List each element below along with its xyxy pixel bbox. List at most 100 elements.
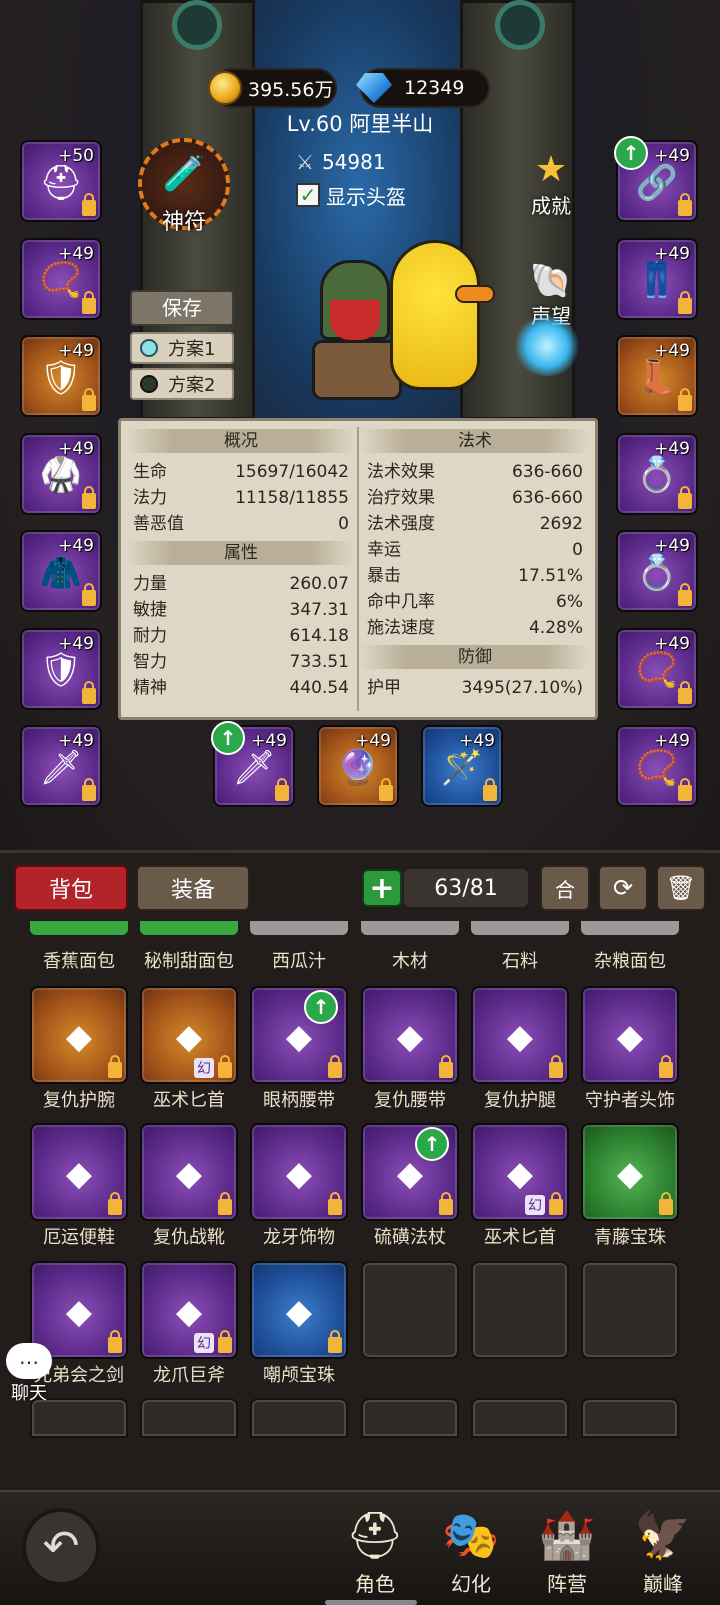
inventory-item[interactable]: ◆ (361, 986, 459, 1084)
show-helmet-label: 显示头盔 (326, 184, 406, 209)
bag-capacity: 63/81 (404, 869, 528, 907)
star-icon: ★ (534, 149, 568, 190)
stat-name: 耐力 (133, 626, 167, 646)
stat-name: 法术强度 (367, 514, 435, 534)
item-name[interactable]: 香蕉面包 (25, 947, 133, 973)
enhance-level: +49 (58, 438, 94, 459)
gem-amount: 12349 (404, 77, 465, 99)
equip-slot-right-1[interactable]: 🔗 +49 ↑ (614, 136, 698, 222)
item-icon: ◆ (506, 1153, 534, 1194)
inventory-item[interactable]: ◆ (581, 986, 679, 1084)
lock-icon (328, 1055, 342, 1078)
item-name: 眼柄腰带 (263, 1090, 335, 1111)
equip-slot-left-3[interactable]: 🛡 +49 (20, 335, 102, 417)
lock-icon (108, 1330, 122, 1353)
item-name[interactable]: 石料 (466, 947, 574, 973)
equip-slot-left-6[interactable]: 🛡 +49 (20, 627, 102, 710)
empty-slot[interactable] (471, 1261, 569, 1359)
back-button[interactable]: ↶ (22, 1508, 100, 1586)
stat-value: 260.07 (289, 574, 349, 594)
equip-slot-right-3[interactable]: 👢 +49 (616, 335, 698, 417)
crest-icon: 🦅 (634, 1508, 692, 1562)
stat-row: 治疗效果 636-660 (361, 485, 589, 511)
equip-slot-right-5[interactable]: 💍 +49 (616, 530, 698, 612)
inventory-item[interactable]: ◆ 幻 (140, 986, 238, 1084)
inventory-item[interactable]: ◆ (30, 986, 128, 1084)
weapon-slot-1[interactable]: 🗡 +49 ↑ (211, 721, 295, 807)
stat-row: 法术强度 2692 (361, 511, 589, 537)
weapon-slot-3[interactable]: 🪄 +49 (421, 725, 503, 807)
inventory-item[interactable]: ◆ 幻 (140, 1261, 238, 1359)
show-helmet-toggle[interactable]: ✓ 显示头盔 (296, 180, 406, 210)
equip-slot-right-7[interactable]: 📿 +49 (616, 725, 698, 807)
lock-icon (82, 680, 96, 704)
item-name: 复仇战靴 (153, 1227, 225, 1248)
empty-slot[interactable] (361, 1398, 459, 1438)
stat-name: 治疗效果 (367, 488, 435, 508)
stat-row: 幸运 0 (361, 537, 589, 563)
weapon-slot-2[interactable]: 🔮 +49 (317, 725, 399, 807)
expand-bag-button[interactable]: + (362, 869, 402, 907)
equip-slot-left-1[interactable]: ⛑ +50 (20, 140, 102, 222)
equip-slot-left-4[interactable]: 🥋 +49 (20, 432, 102, 515)
empty-slot[interactable] (581, 1261, 679, 1359)
character-body-icon (312, 340, 402, 400)
nav-4[interactable]: 🦅 巅峰 (618, 1502, 708, 1602)
lock-icon (82, 193, 96, 216)
nav-3[interactable]: 🏰 阵营 (522, 1502, 612, 1602)
stat-value: 636-660 (511, 488, 583, 508)
stat-value: 347.31 (289, 600, 349, 620)
empty-slot[interactable] (250, 1398, 348, 1438)
equip-slot-left-5[interactable]: 🧥 +49 (20, 530, 102, 612)
empty-slot[interactable] (581, 1398, 679, 1438)
tab-bag[interactable]: 背包 (14, 865, 128, 911)
plan2-button[interactable]: 方案2 (130, 368, 234, 400)
delete-button[interactable]: 🗑 (656, 865, 706, 911)
inventory-item[interactable]: ◆ (250, 1123, 348, 1221)
stat-value: 614.18 (289, 626, 349, 646)
shell-icon: 🐚 (529, 261, 573, 301)
sort-button[interactable]: ⟳ (598, 865, 648, 911)
item-name[interactable]: 西瓜汁 (245, 947, 353, 973)
upgrade-arrow-icon: ↑ (304, 990, 338, 1024)
checkbox-icon[interactable]: ✓ (296, 183, 320, 207)
chat-button[interactable]: … 聊天 (6, 1343, 52, 1405)
achievement-button[interactable]: ★ 成就 (508, 150, 594, 219)
stat-name: 命中几率 (367, 592, 435, 612)
sword-icon: ⚔ (296, 150, 314, 174)
home-indicator (325, 1600, 417, 1605)
item-icon: ◆ (175, 1291, 203, 1332)
talisman-button[interactable]: 🧪 神符 (132, 132, 236, 236)
inventory-item[interactable]: ◆ (30, 1123, 128, 1221)
inventory-item[interactable]: ◆ 幻 (471, 1123, 569, 1221)
inventory-item[interactable]: ◆ (250, 1261, 348, 1359)
equip-slot-right-4[interactable]: 💍 +49 (616, 432, 698, 515)
nav-2[interactable]: 🎭 幻化 (426, 1502, 516, 1602)
nav-1[interactable]: ⛑ 角色 (330, 1502, 420, 1602)
equip-slot-right-2[interactable]: 👖 +49 (616, 237, 698, 320)
item-name[interactable]: 木材 (356, 947, 464, 973)
orb-icon: 🔮 (336, 747, 380, 788)
empty-slot[interactable] (471, 1398, 569, 1438)
equip-slot-right-6[interactable]: 📿 +49 (616, 627, 698, 710)
inventory-item[interactable]: ◆ ↑ (361, 1123, 459, 1221)
item-name[interactable]: 秘制甜面包 (135, 947, 243, 973)
equip-slot-left-7[interactable]: 🗡 +49 (20, 725, 102, 807)
merge-button[interactable]: 合 (540, 865, 590, 911)
stat-value: 440.54 (289, 678, 349, 698)
inventory-item[interactable]: ◆ ↑ (250, 986, 348, 1084)
item-name: 复仇腰带 (374, 1090, 446, 1111)
inventory-item[interactable]: ◆ (471, 986, 569, 1084)
enhance-level: +49 (459, 731, 495, 751)
plan1-button[interactable]: 方案1 (130, 332, 234, 364)
empty-slot[interactable] (140, 1398, 238, 1438)
item-name[interactable]: 杂粮面包 (576, 947, 684, 973)
save-button[interactable]: 保存 (130, 290, 234, 326)
lock-icon (108, 1055, 122, 1078)
inventory-item[interactable]: ◆ (581, 1123, 679, 1221)
empty-slot[interactable] (361, 1261, 459, 1359)
tab-equipment[interactable]: 装备 (136, 865, 250, 911)
refresh-icon: ⟳ (612, 874, 634, 902)
inventory-item[interactable]: ◆ (140, 1123, 238, 1221)
equip-slot-left-2[interactable]: 📿 +49 (20, 237, 102, 320)
